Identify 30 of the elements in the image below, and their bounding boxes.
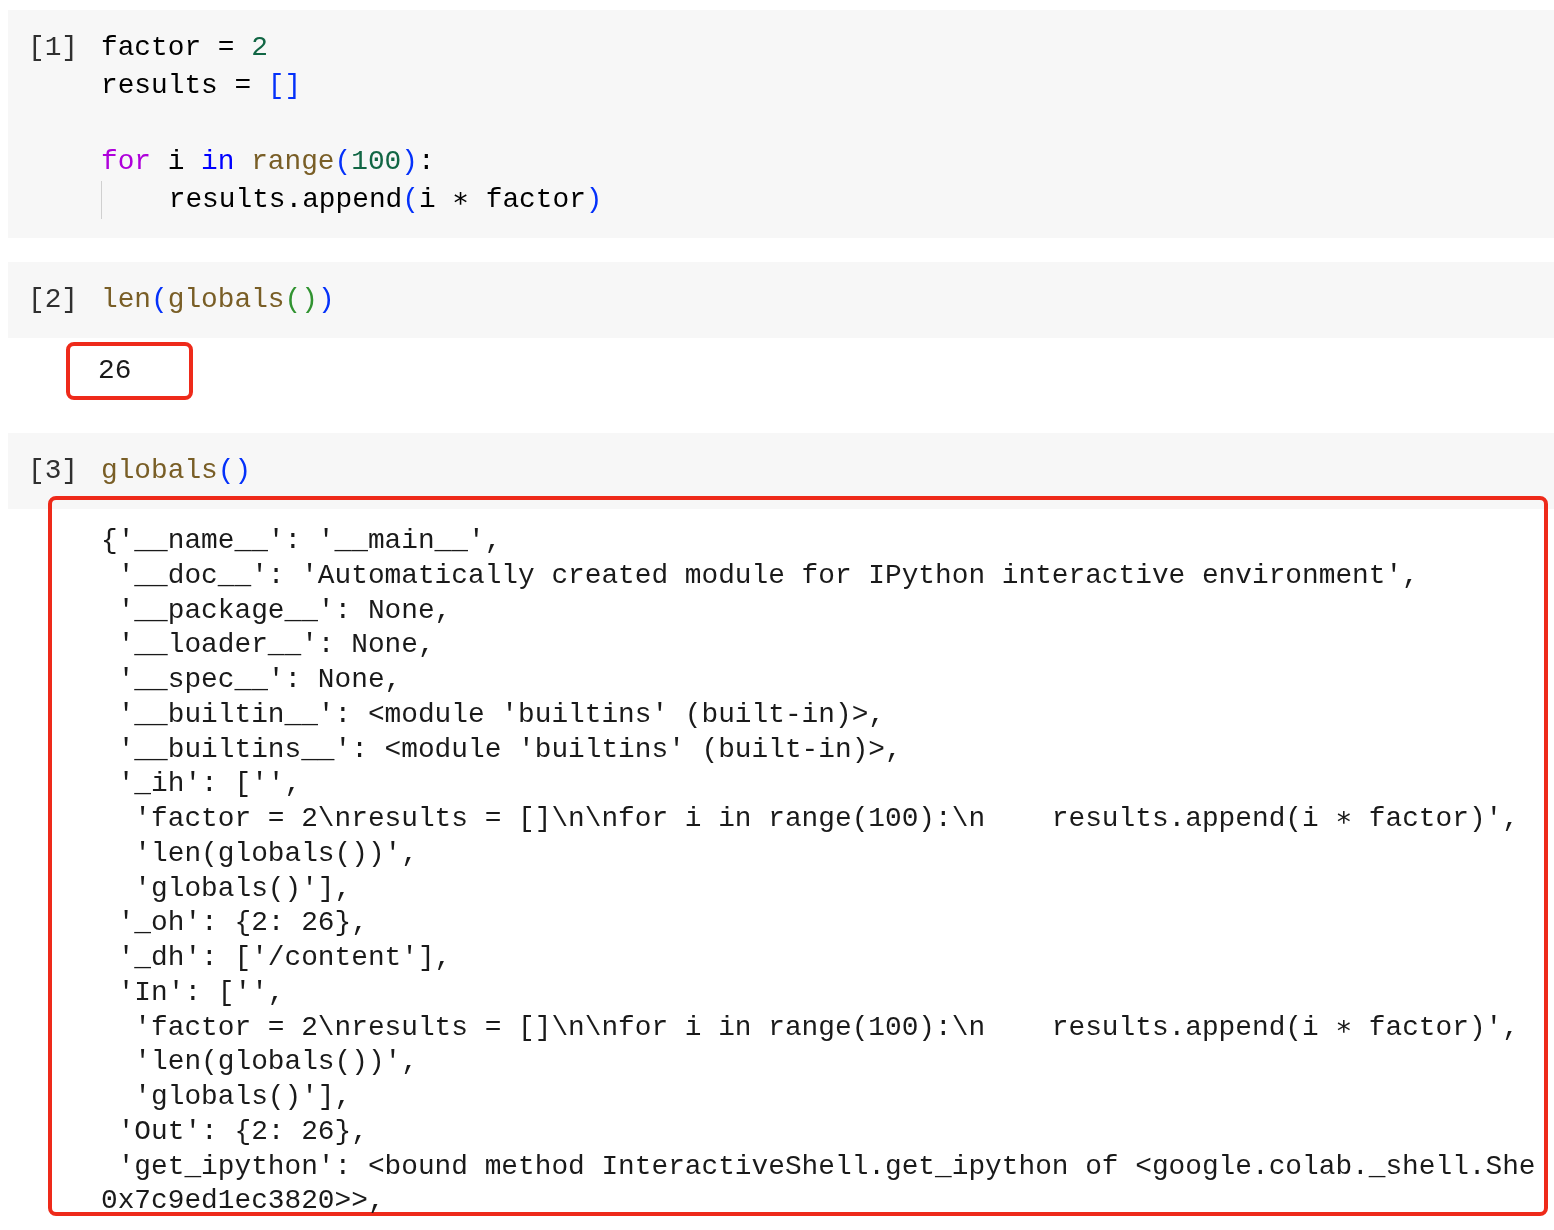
- output-line: '_ih': ['',: [116, 767, 303, 802]
- output-line: '__builtin__': <module 'builtins' (built-in)>,: [116, 697, 886, 732]
- output-line: 'len(globals())',: [133, 1045, 419, 1080]
- code-line: results.append(i ∗ factor): [101, 181, 603, 219]
- code-line: for i in range(100):: [101, 145, 436, 179]
- output-line: '_dh': ['/content'],: [116, 941, 453, 975]
- output-line: '_oh': {2: 26},: [116, 906, 369, 941]
- output-line: {'__name__': '__main__',: [101, 524, 503, 558]
- execution-count: [2]: [27, 283, 80, 317]
- output-line: 0x7c9ed1ec3820>>,: [101, 1184, 386, 1219]
- output-line: 'In': ['',: [116, 975, 286, 1010]
- output-line: 'len(globals())',: [133, 836, 419, 871]
- output-line: '__builtins__': <module 'builtins' (built-in)>,: [116, 732, 903, 767]
- output-line: '__spec__': None,: [116, 663, 403, 697]
- output-line: 26: [98, 354, 133, 388]
- code-line: globals(): [101, 454, 252, 488]
- output-line: 'get_ipython': <bound method InteractiveShell.get_ipython of <google.colab._shell.She: [116, 1149, 1537, 1184]
- output-line: 'globals()'],: [133, 1080, 353, 1114]
- output-line: '__package__': None,: [116, 593, 453, 628]
- output-line: 'globals()'],: [133, 871, 353, 906]
- execution-count: [1]: [27, 31, 80, 65]
- code-line: results = []: [101, 69, 303, 103]
- execution-count: [3]: [27, 454, 80, 488]
- code-line: len(globals()): [101, 283, 335, 317]
- output-line: 'factor = 2\nresults = []\n\nfor i in range(100):\n results.append(i ∗ factor)',: [133, 802, 1520, 836]
- code-line: factor = 2: [101, 31, 269, 65]
- output-line: '__doc__': 'Automatically created module for IPython interactive environment',: [116, 558, 1420, 593]
- output-line: '__loader__': None,: [116, 628, 436, 663]
- output-line: 'factor = 2\nresults = []\n\nfor i in range(100):\n results.append(i ∗ factor)',: [133, 1010, 1520, 1045]
- output-line: 'Out': {2: 26},: [116, 1114, 369, 1149]
